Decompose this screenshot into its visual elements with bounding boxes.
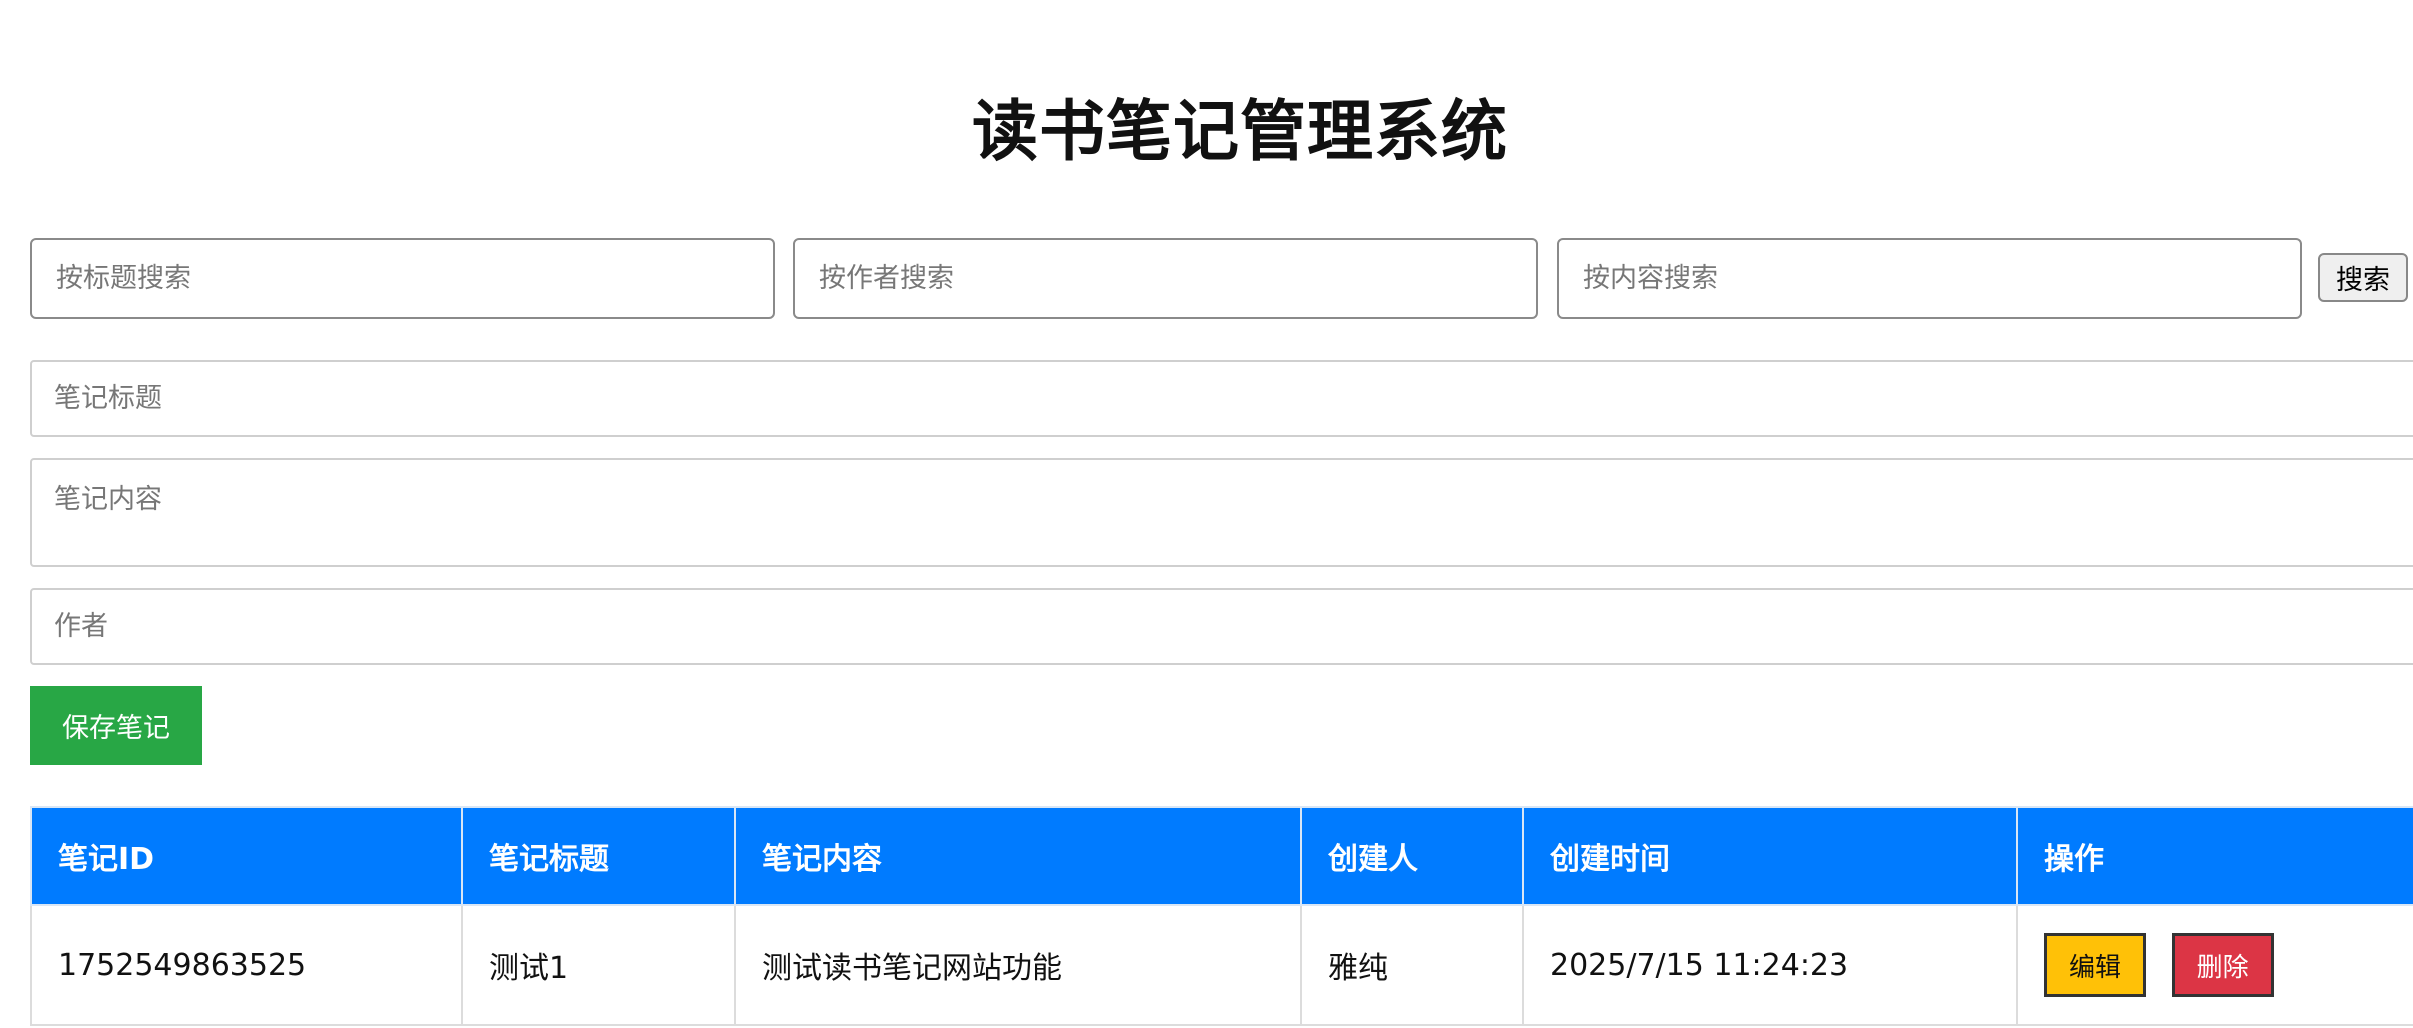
cell-actions: 编辑 删除 — [2016, 904, 2413, 1026]
cell-id: 1752549863525 — [30, 904, 463, 1026]
column-header-title: 笔记标题 — [461, 806, 736, 906]
cell-created-at: 2025/7/15 11:24:23 — [1522, 904, 2018, 1026]
search-button[interactable]: 搜索 — [2318, 253, 2408, 302]
cell-creator: 雅纯 — [1300, 904, 1524, 1026]
search-content-input[interactable] — [1557, 238, 2302, 319]
column-header-created-at: 创建时间 — [1522, 806, 2018, 906]
table-header-row: 笔记ID 笔记标题 笔记内容 创建人 创建时间 操作 — [30, 806, 2413, 906]
column-header-creator: 创建人 — [1300, 806, 1524, 906]
note-content-field[interactable] — [30, 458, 2413, 567]
search-author-input[interactable] — [793, 238, 1538, 319]
column-header-id: 笔记ID — [30, 806, 463, 906]
column-header-actions: 操作 — [2016, 806, 2413, 906]
edit-button[interactable]: 编辑 — [2044, 933, 2147, 997]
note-author-field[interactable] — [30, 588, 2413, 665]
cell-content: 测试读书笔记网站功能 — [734, 904, 1302, 1026]
cell-title: 测试1 — [461, 904, 736, 1026]
search-title-input[interactable] — [30, 238, 775, 319]
save-note-button[interactable]: 保存笔记 — [30, 686, 202, 765]
page: 读书笔记管理系统 搜索 保存笔记 笔记ID 笔记标题 笔记内容 创建人 创建时间… — [0, 0, 2413, 1028]
page-title: 读书笔记管理系统 — [972, 93, 1508, 170]
note-title-field[interactable] — [30, 360, 2413, 437]
delete-button[interactable]: 删除 — [2171, 933, 2274, 997]
column-header-content: 笔记内容 — [734, 806, 1302, 906]
notes-table: 笔记ID 笔记标题 笔记内容 创建人 创建时间 操作 1752549863525… — [30, 806, 2413, 1026]
table-row: 1752549863525 测试1 测试读书笔记网站功能 雅纯 2025/7/1… — [30, 904, 2413, 1026]
